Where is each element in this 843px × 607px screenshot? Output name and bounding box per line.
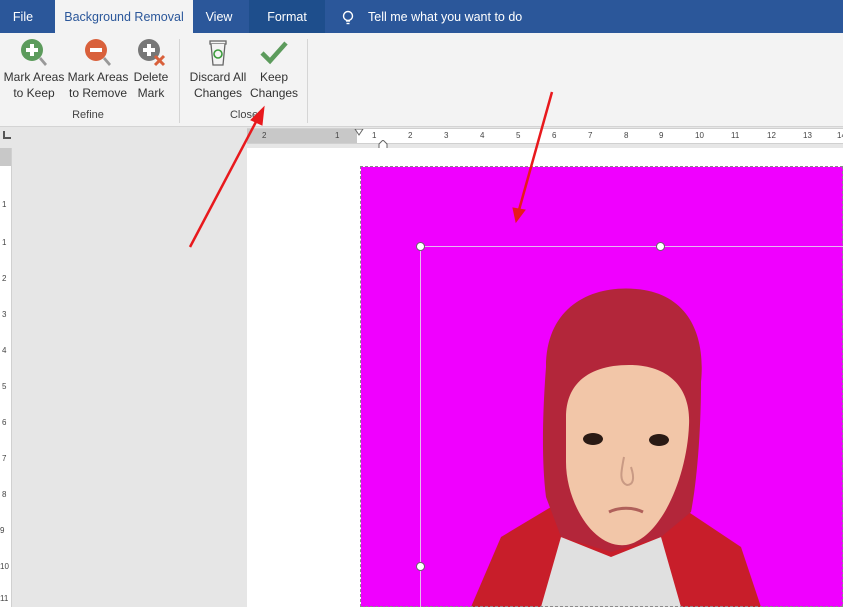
ruler-margin-shade: [0, 148, 11, 166]
ribbon-panel: Mark Areas to Keep Mark Areas to Remove …: [0, 33, 843, 127]
group-separator: [179, 39, 180, 123]
ruler-tick: 3: [2, 310, 7, 319]
mark-remove-label-2: to Remove: [68, 86, 128, 100]
ruler-tick: 11: [731, 131, 740, 140]
resize-handle[interactable]: [416, 562, 425, 571]
ruler-tick: 3: [444, 131, 449, 140]
ruler-tick: 1: [2, 200, 7, 209]
minus-circle-icon: [85, 39, 111, 66]
delete-mark-label-1: Delete: [133, 70, 169, 84]
ruler-tick: 8: [2, 490, 7, 499]
discard-label-1: Discard All: [189, 70, 247, 84]
ruler-tick: 9: [0, 526, 5, 535]
ruler-tick: 6: [552, 131, 557, 140]
horizontal-ruler[interactable]: 2 1 1 2 3 4 5 6 7 8 9 10 11 12 13 14: [247, 128, 843, 144]
delete-mark-icon: [138, 39, 166, 67]
vertical-ruler[interactable]: 1 1 2 3 4 5 6 7 8 9 10 11: [0, 148, 12, 607]
mark-remove-label-1: Mark Areas: [67, 70, 129, 84]
discard-all-changes-button[interactable]: Discard All Changes: [186, 37, 250, 101]
tab-background-removal[interactable]: Background Removal: [55, 0, 193, 33]
keep-changes-button[interactable]: Keep Changes: [250, 37, 298, 101]
checkmark-icon: [260, 41, 288, 65]
ruler-tick: 10: [695, 131, 704, 140]
ruler-tick: 2: [2, 274, 7, 283]
ruler-tick: 13: [803, 131, 812, 140]
ruler-tick: 5: [516, 131, 521, 140]
group-separator: [307, 39, 308, 123]
ruler-tick: 11: [0, 594, 9, 603]
ruler-tab-selector[interactable]: [0, 127, 17, 145]
ruler-tick: 2: [262, 131, 267, 140]
resize-handle[interactable]: [656, 242, 665, 251]
mark-areas-to-remove-button[interactable]: Mark Areas to Remove: [67, 37, 129, 101]
delete-mark-button[interactable]: Delete Mark: [131, 37, 171, 101]
ruler-tick: 9: [659, 131, 664, 140]
ruler-tick: 2: [408, 131, 413, 140]
ruler-tick: 1: [372, 131, 377, 140]
ruler-tick: 6: [2, 418, 7, 427]
group-label-refine: Refine: [72, 109, 104, 121]
tell-me-text: Tell me what you want to do: [368, 10, 523, 24]
mark-keep-label-1: Mark Areas: [3, 70, 65, 84]
mark-keep-label-2: to Keep: [13, 86, 55, 100]
tab-view[interactable]: View: [193, 0, 245, 33]
discard-label-2: Changes: [193, 86, 243, 100]
keep-changes-label-1: Keep: [259, 70, 289, 84]
ruler-tick: 4: [480, 131, 485, 140]
delete-mark-label-2: Mark: [137, 86, 165, 100]
ruler-tick: 5: [2, 382, 7, 391]
recycle-bin-icon: [209, 40, 227, 66]
ribbon-tab-bar: File Background Removal View Format Tell…: [0, 0, 843, 33]
ruler-tick: 1: [2, 238, 7, 247]
ruler-tick: 4: [2, 346, 7, 355]
ruler-tick: 14: [837, 131, 843, 140]
document-gray-area: [17, 148, 247, 607]
tab-format[interactable]: Format: [249, 0, 325, 33]
mark-areas-to-keep-button[interactable]: Mark Areas to Keep: [3, 37, 65, 101]
keep-area-marquee[interactable]: [420, 246, 843, 607]
ruler-tick: 7: [588, 131, 593, 140]
plus-circle-icon: [21, 39, 47, 66]
ruler-tick: 7: [2, 454, 7, 463]
tab-file[interactable]: File: [0, 0, 46, 33]
lightbulb-icon: [342, 10, 354, 25]
ruler-tick: 8: [624, 131, 629, 140]
resize-handle[interactable]: [416, 242, 425, 251]
keep-changes-label-2: Changes: [250, 86, 299, 100]
ruler-tick: 10: [0, 562, 9, 571]
ruler-tick: 12: [767, 131, 776, 140]
first-line-indent-marker[interactable]: [354, 129, 364, 143]
group-label-close: Close: [229, 109, 259, 121]
ruler-tick: 1: [335, 131, 340, 140]
